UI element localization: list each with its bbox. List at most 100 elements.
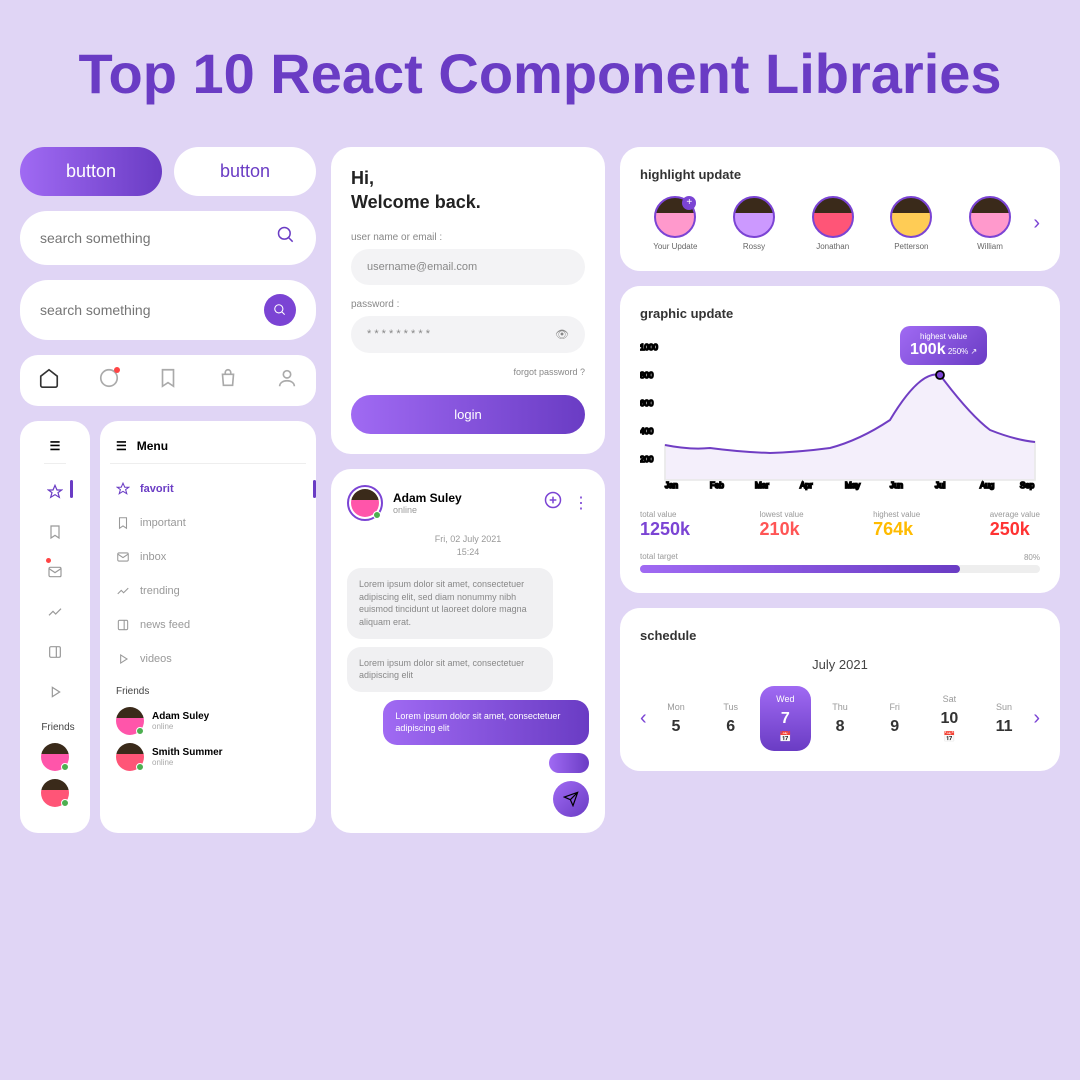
chevron-right-icon[interactable]: ›	[1033, 707, 1040, 730]
graphic-title: graphic update	[640, 306, 1040, 321]
svg-text:800: 800	[640, 371, 654, 380]
chat-icon[interactable]	[98, 367, 120, 394]
svg-text:May: May	[845, 481, 860, 490]
page-title: Top 10 React Component Libraries	[20, 40, 1060, 107]
sidebar-item-favorit[interactable]: favorit	[110, 472, 306, 506]
menu-icon[interactable]: ☰	[116, 439, 127, 453]
friend-item[interactable]: Smith Summeronline	[110, 739, 306, 775]
day-wed[interactable]: Wed7📅	[760, 686, 811, 751]
sidebar-item-important[interactable]: important	[110, 506, 306, 540]
story-item[interactable]: William	[955, 196, 1026, 251]
story-item[interactable]: Rossy	[719, 196, 790, 251]
story-item[interactable]: Jonathan	[797, 196, 868, 251]
svg-text:600: 600	[640, 399, 654, 408]
primary-button[interactable]: button	[20, 147, 162, 196]
avatar	[116, 707, 144, 735]
calendar-icon: 📅	[764, 732, 807, 743]
friends-label: Friends	[116, 686, 306, 697]
bookmark-icon[interactable]	[157, 367, 179, 394]
avatar[interactable]	[41, 743, 69, 771]
sidebar-item-trending[interactable]	[47, 592, 63, 632]
avatar[interactable]	[347, 485, 383, 521]
svg-text:Aug: Aug	[980, 481, 994, 490]
day-sun[interactable]: Sun11	[979, 694, 1030, 744]
sidebar-item-videos[interactable]	[47, 672, 63, 712]
chevron-left-icon[interactable]: ‹	[640, 707, 647, 730]
sidebar-collapsed: ☰ Friends	[20, 421, 90, 833]
search-input[interactable]	[40, 302, 264, 318]
highlight-title: highlight update	[640, 167, 1040, 182]
day-tus[interactable]: Tus6	[705, 694, 756, 744]
chat-date: Fri, 02 July 202115:24	[347, 533, 589, 558]
menu-label: Menu	[137, 439, 168, 453]
schedule-card: schedule July 2021 ‹ Mon5 Tus6 Wed7📅 Thu…	[620, 608, 1060, 771]
day-mon[interactable]: Mon5	[651, 694, 702, 744]
stat-average: average value250k	[990, 510, 1040, 540]
svg-text:Jan: Jan	[665, 481, 678, 490]
svg-text:400: 400	[640, 427, 654, 436]
svg-text:200: 200	[640, 455, 654, 464]
sidebar-item-newsfeed[interactable]: news feed	[110, 608, 306, 642]
search-input[interactable]	[40, 230, 276, 246]
add-icon[interactable]	[543, 490, 563, 515]
sidebar-item-inbox[interactable]	[47, 552, 63, 592]
svg-text:Apr: Apr	[800, 481, 813, 490]
avatar[interactable]	[41, 779, 69, 807]
user-icon[interactable]	[276, 367, 298, 394]
sidebar-item-favorit[interactable]	[47, 472, 63, 512]
svg-text:Mar: Mar	[755, 481, 769, 490]
message-in: Lorem ipsum dolor sit amet, consectetuer…	[347, 647, 553, 692]
chart-tooltip: highest value 100k 250% ↗	[900, 326, 987, 365]
search-outline[interactable]	[20, 211, 316, 265]
message-in: Lorem ipsum dolor sit amet, consectetuer…	[347, 568, 553, 638]
chat-status: online	[393, 505, 462, 515]
avatar	[116, 743, 144, 771]
login-card: Hi, Welcome back. user name or email : u…	[331, 147, 605, 454]
svg-text:Jul: Jul	[935, 481, 945, 490]
more-icon[interactable]: ⋮	[573, 493, 589, 513]
day-sat[interactable]: Sat10📅	[924, 686, 975, 751]
username-input[interactable]: username@email.com	[351, 249, 585, 285]
message-out	[549, 753, 589, 773]
svg-text:Sep: Sep	[1020, 481, 1035, 490]
sidebar-item-videos[interactable]: videos	[110, 642, 306, 676]
bag-icon[interactable]	[217, 367, 239, 394]
day-thu[interactable]: Thu8	[815, 694, 866, 744]
calendar-icon: 📅	[928, 732, 971, 743]
sidebar-item-trending[interactable]: trending	[110, 574, 306, 608]
chat-name: Adam Suley	[393, 491, 462, 505]
menu-icon[interactable]: ☰	[50, 439, 61, 453]
plus-icon: +	[682, 196, 696, 210]
message-out: Lorem ipsum dolor sit amet, consectetuer…	[383, 700, 589, 745]
search-icon[interactable]	[276, 225, 296, 251]
sidebar-item-inbox[interactable]: inbox	[110, 540, 306, 574]
chat-card: Adam Suleyonline ⋮ Fri, 02 July 202115:2…	[331, 469, 605, 833]
sidebar-expanded: ☰ Menu favorit important inbox trending n…	[100, 421, 316, 833]
friend-item[interactable]: Adam Suleyonline	[110, 703, 306, 739]
target-progress: total target 80%	[640, 552, 1040, 573]
friends-label: Friends	[41, 722, 74, 733]
eye-off-icon[interactable]: 👁	[555, 328, 569, 341]
search-icon[interactable]	[264, 294, 296, 326]
login-greeting: Hi, Welcome back.	[351, 167, 585, 214]
highlight-card: highlight update +Your Update Rossy Jona…	[620, 147, 1060, 271]
stat-lowest: lowest value210k	[760, 510, 804, 540]
story-your-update[interactable]: +Your Update	[640, 196, 711, 251]
stat-total: total value1250k	[640, 510, 690, 540]
stat-highest: highest value764k	[873, 510, 920, 540]
login-button[interactable]: login	[351, 395, 585, 434]
search-filled[interactable]	[20, 280, 316, 340]
home-icon[interactable]	[38, 367, 60, 394]
graphic-card: graphic update highest value 100k 250% ↗…	[620, 286, 1060, 593]
story-item[interactable]: Petterson	[876, 196, 947, 251]
sidebar-item-important[interactable]	[47, 512, 63, 552]
secondary-button[interactable]: button	[174, 147, 316, 196]
day-fri[interactable]: Fri9	[869, 694, 920, 744]
forgot-password-link[interactable]: forgot password ?	[351, 367, 585, 377]
send-button[interactable]	[553, 781, 589, 817]
svg-text:1000: 1000	[640, 343, 658, 352]
schedule-month: July 2021	[640, 657, 1040, 672]
chevron-right-icon[interactable]: ›	[1033, 212, 1040, 235]
sidebar-item-newsfeed[interactable]	[47, 632, 63, 672]
password-input[interactable]: * * * * * * * * *👁	[351, 316, 585, 353]
